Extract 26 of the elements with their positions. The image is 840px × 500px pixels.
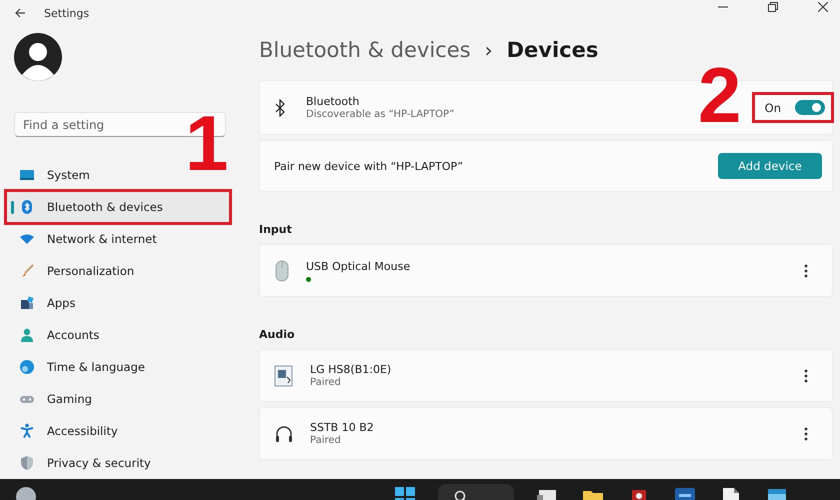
sidebar-item[interactable]: Bluetooth & devices xyxy=(6,191,230,223)
sidebar-item[interactable]: Privacy & security xyxy=(6,447,230,479)
sidebar-item[interactable]: Network & internet xyxy=(6,223,230,255)
sidebar-item[interactable]: Accessibility xyxy=(6,415,230,447)
setting-title: Pair new device with “HP-LAPTOP” xyxy=(274,160,464,172)
setting-description: Discoverable as “HP-LAPTOP” xyxy=(306,109,456,120)
section-heading: Audio xyxy=(259,328,296,341)
sidebar-item[interactable]: Accounts xyxy=(6,319,230,351)
toggle-label: On xyxy=(764,100,781,114)
device-status: Paired xyxy=(310,435,342,446)
device-name: SSTB 10 B2 xyxy=(310,421,375,434)
device-status: Paired xyxy=(310,377,342,388)
sidebar-item[interactable]: Personalization xyxy=(6,255,230,287)
section-heading: Input xyxy=(259,223,293,236)
sidebar-item[interactable]: Time & language xyxy=(6,351,230,383)
window-title: Settings xyxy=(44,6,90,20)
page-title: Devices xyxy=(506,38,598,62)
breadcrumb-link[interactable]: Bluetooth & devices xyxy=(259,38,471,62)
device-name: USB Optical Mouse xyxy=(306,260,412,272)
sidebar-item[interactable]: Apps xyxy=(6,287,230,319)
add-device-button[interactable]: Add device xyxy=(718,153,822,179)
sidebar-item[interactable]: Gaming xyxy=(6,383,230,415)
callout-number: 2 xyxy=(698,64,742,126)
device-name: LG HS8(B1:0E) xyxy=(310,363,392,376)
setting-title: Bluetooth xyxy=(306,95,360,108)
breadcrumb-separator: › xyxy=(484,38,493,62)
